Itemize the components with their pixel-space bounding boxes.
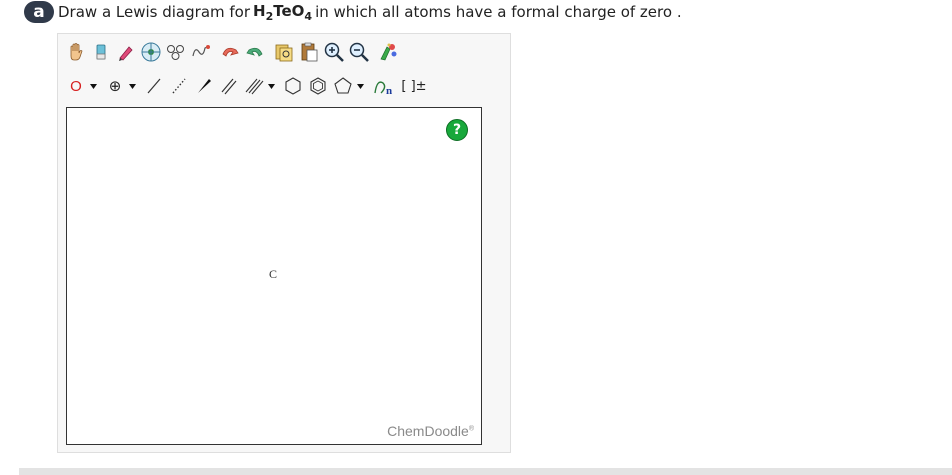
bottom-divider (19, 468, 952, 475)
atom-label-text: O (70, 77, 82, 95)
template-icon[interactable] (139, 40, 163, 64)
atom-label-button[interactable]: O (64, 74, 88, 98)
triple-bond-icon[interactable] (242, 74, 266, 98)
chemdoodle-watermark: ChemDoodle® (387, 423, 474, 439)
redo-icon[interactable] (243, 40, 267, 64)
zoom-out-icon[interactable] (347, 40, 371, 64)
brand-registered-mark: ® (468, 425, 474, 433)
paste-icon[interactable] (297, 40, 321, 64)
formula-o-subscript: 4 (304, 9, 313, 23)
benzene-icon[interactable] (306, 74, 330, 98)
sgroup-icon[interactable]: n (370, 74, 398, 98)
question-part-badge: a (24, 1, 54, 23)
atom-dropdown-arrow[interactable] (89, 74, 97, 98)
zoom-in-icon[interactable] (322, 40, 346, 64)
help-button[interactable]: ? (446, 119, 468, 141)
formula-te: TeO (273, 1, 305, 20)
cyclopentane-icon[interactable] (331, 74, 355, 98)
sgroup-label: n (386, 85, 392, 97)
dashed-bond-icon[interactable] (167, 74, 191, 98)
bracket-icon[interactable]: [ ]± (399, 74, 429, 98)
eraser-icon[interactable] (89, 40, 113, 64)
copy-icon[interactable] (272, 40, 296, 64)
single-bond-icon[interactable] (142, 74, 166, 98)
drawing-canvas[interactable]: ? C ChemDoodle® (66, 107, 482, 445)
hand-icon[interactable] (64, 40, 88, 64)
chemdoodle-sketcher: O ⊕ n [ ]± ? C ChemDoodle® (57, 33, 511, 453)
question-suffix: in which all atoms have a formal charge … (315, 3, 682, 21)
bracket-label: [ ]± (401, 78, 427, 94)
question-text: a Draw a Lewis diagram for H2TeO4 in whi… (24, 0, 682, 24)
charge-dropdown-arrow[interactable] (128, 74, 136, 98)
ring-dropdown-arrow[interactable] (356, 74, 364, 98)
carbon-atom[interactable]: C (269, 267, 277, 282)
chain-icon[interactable] (189, 40, 213, 64)
charge-plus-icon: ⊕ (108, 77, 122, 95)
double-bond-icon[interactable] (217, 74, 241, 98)
wedge-bond-icon[interactable] (192, 74, 216, 98)
cyclohexane-icon[interactable] (281, 74, 305, 98)
ring-flip-icon[interactable] (164, 40, 188, 64)
brand-name: ChemDoodle (387, 423, 469, 439)
marker-icon[interactable] (114, 40, 138, 64)
toolbar-row-drawing: O ⊕ n [ ]± (64, 71, 430, 101)
toolbar-row-main (64, 37, 401, 67)
undo-icon[interactable] (218, 40, 242, 64)
charge-button[interactable]: ⊕ (103, 74, 127, 98)
clean-icon[interactable] (376, 40, 400, 64)
chemical-formula: H2TeO4 (253, 2, 312, 23)
bond-dropdown-arrow[interactable] (267, 74, 275, 98)
formula-h: H (253, 1, 266, 20)
question-prefix: Draw a Lewis diagram for (58, 3, 251, 21)
